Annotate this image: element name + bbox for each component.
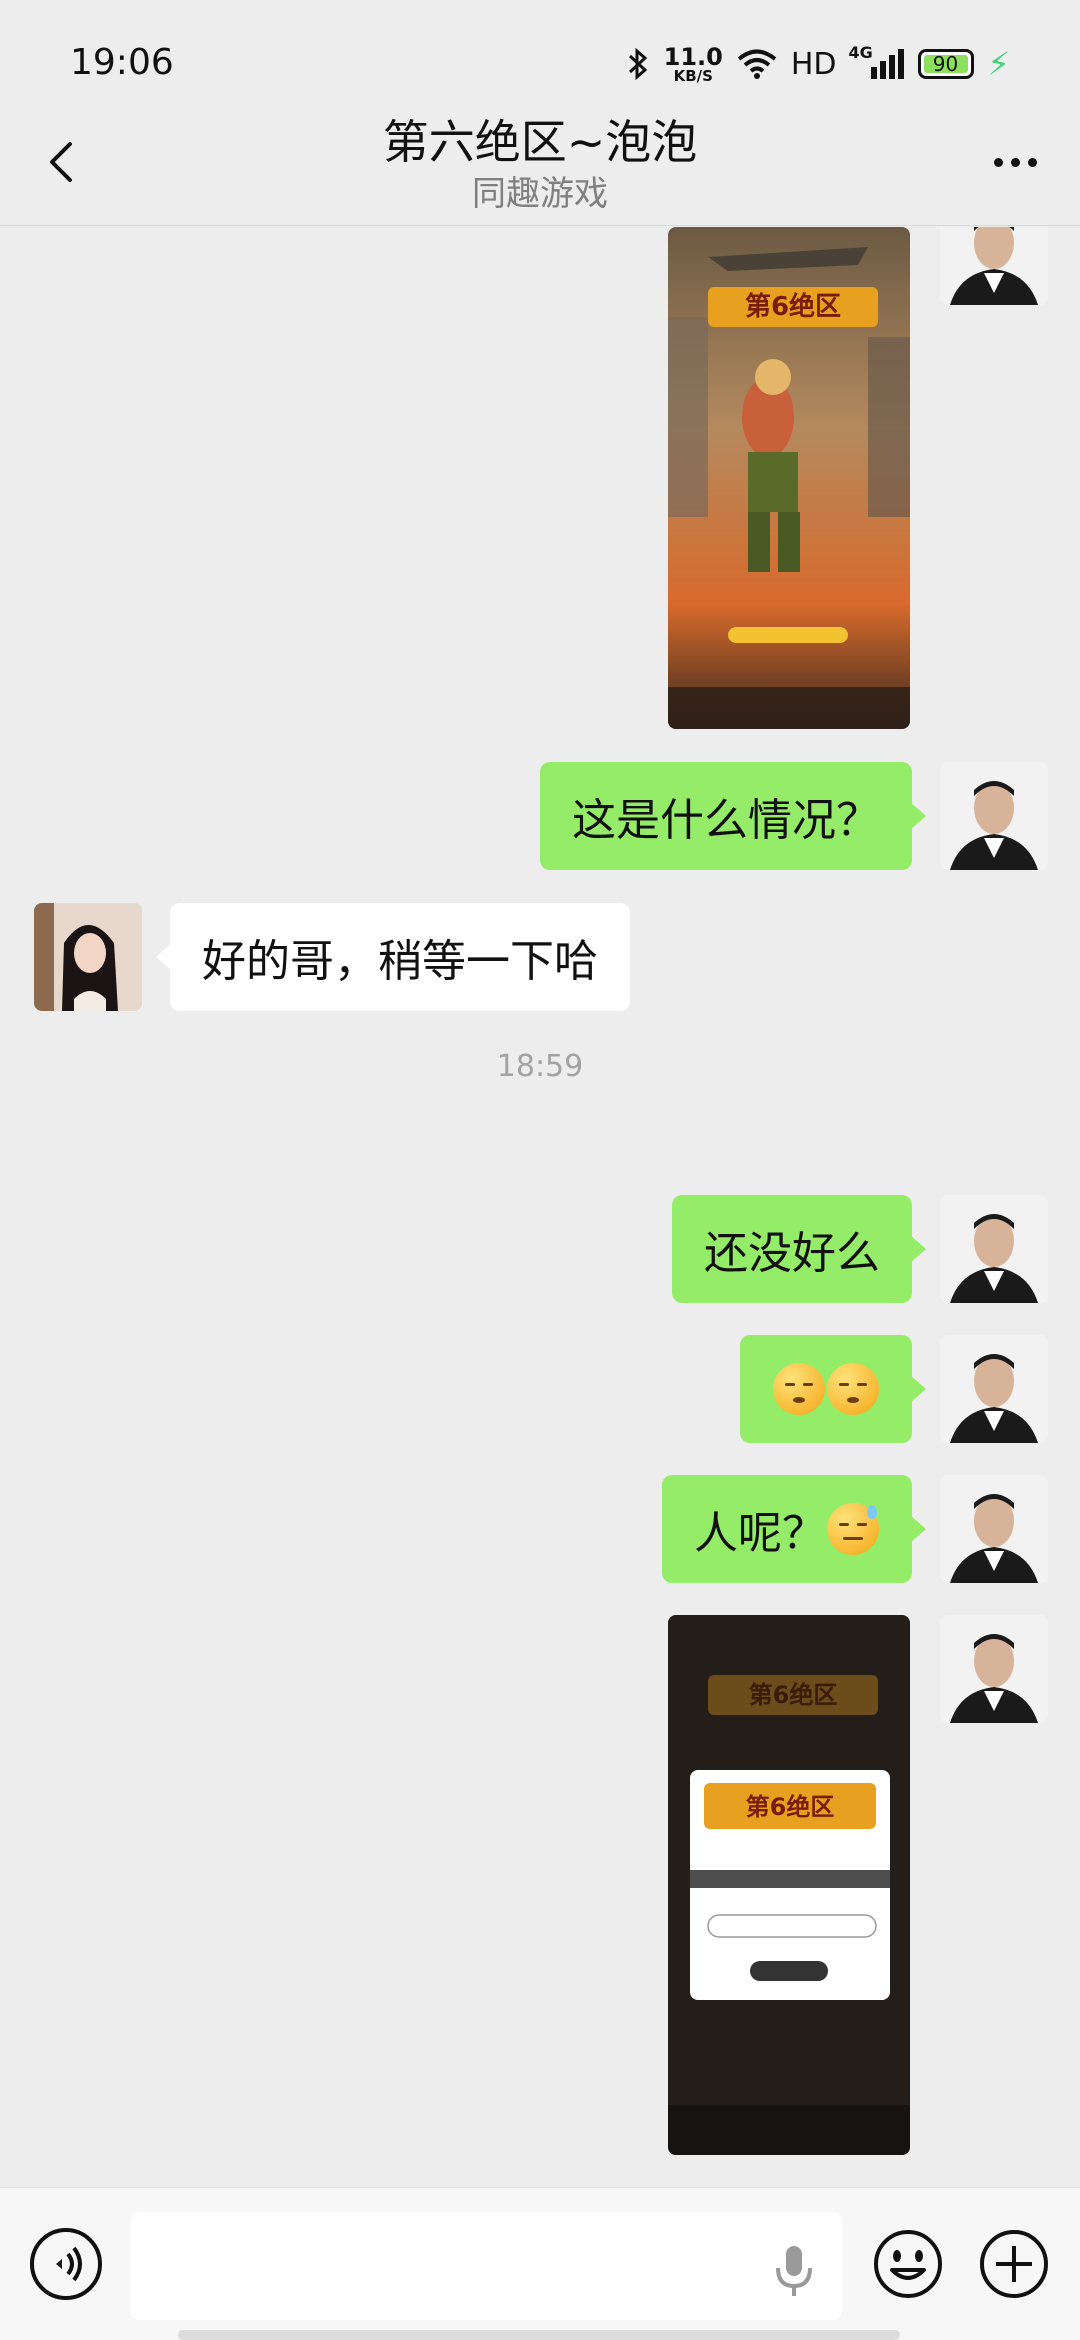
message-text: 还没好么	[704, 1228, 880, 1279]
voice-icon	[56, 2246, 82, 2282]
more-dots-icon	[993, 157, 1003, 167]
message-text: 好的哥，稍等一下哈	[202, 936, 598, 987]
battery-level: 90	[932, 52, 959, 76]
wifi-icon	[737, 49, 777, 79]
bluetooth-icon	[628, 47, 647, 81]
svg-text:第6绝区: 第6绝区	[745, 291, 841, 322]
net-speed-value: 11.0	[663, 42, 723, 71]
my-avatar[interactable]	[940, 1475, 1048, 1583]
plus-icon	[980, 2230, 1048, 2298]
time-divider: 18:59	[496, 1049, 584, 1084]
more-button[interactable]	[980, 130, 1050, 194]
my-avatar[interactable]	[940, 762, 1048, 870]
status-icons: 11.0 KB/S HD 4G 90 ⚡	[626, 40, 1010, 88]
message-bubble[interactable]	[740, 1335, 926, 1443]
message-bubble[interactable]: 还没好么	[672, 1195, 926, 1303]
my-avatar[interactable]	[940, 1615, 1048, 1723]
svg-text:第6绝区: 第6绝区	[746, 1793, 835, 1821]
signal-icon: 4G	[849, 43, 904, 79]
message-bubble[interactable]: 好的哥，稍等一下哈	[156, 903, 630, 1011]
my-avatar[interactable]	[940, 227, 1048, 305]
message-bubble[interactable]: 人呢？	[662, 1475, 926, 1583]
hd-label: HD	[790, 46, 837, 82]
net-speed: 11.0 KB/S	[664, 45, 723, 84]
home-indicator[interactable]	[178, 2330, 900, 2340]
message-image-2[interactable]: 第6绝区 第6绝区	[668, 1615, 910, 2155]
mic-icon[interactable]	[772, 2244, 816, 2298]
chat-title: 第六绝区~泡泡	[382, 115, 698, 169]
contact-avatar[interactable]	[34, 903, 142, 1011]
message-list[interactable]: 第6绝区 这是什么情况？ 好的哥，稍等一下哈 18:59 还没好么 人呢？ 第6…	[0, 227, 1080, 2187]
my-avatar[interactable]	[940, 1335, 1048, 1443]
charging-bolt-icon: ⚡	[987, 45, 1010, 83]
shush-face-emoji	[827, 1363, 879, 1415]
status-time: 19:06	[70, 42, 174, 83]
message-text: 这是什么情况？	[572, 795, 880, 846]
chat-header: 第六绝区~泡泡 同趣游戏	[0, 100, 1080, 226]
message-image-1[interactable]: 第6绝区	[668, 227, 910, 729]
plus-button[interactable]	[978, 2228, 1050, 2300]
message-text: 人呢？	[694, 1508, 826, 1559]
message-input[interactable]	[130, 2212, 842, 2320]
emoji-button[interactable]	[872, 2228, 944, 2300]
sweat-face-emoji	[827, 1503, 879, 1555]
network-label: 4G	[848, 43, 873, 62]
message-bubble[interactable]: 这是什么情况？	[540, 762, 926, 870]
chat-subtitle: 同趣游戏	[472, 174, 608, 214]
voice-button[interactable]	[30, 2228, 102, 2300]
battery-icon: 90	[917, 49, 974, 79]
svg-text:第6绝区: 第6绝区	[749, 1681, 838, 1709]
net-speed-unit: KB/S	[673, 66, 713, 85]
game-login-screenshot-image: 第6绝区 第6绝区	[668, 1615, 910, 2155]
input-bar	[0, 2187, 1080, 2340]
emoji-icon	[874, 2230, 942, 2298]
my-avatar[interactable]	[940, 1195, 1048, 1303]
shush-face-emoji	[773, 1363, 825, 1415]
game-screenshot-image: 第6绝区	[668, 227, 910, 729]
